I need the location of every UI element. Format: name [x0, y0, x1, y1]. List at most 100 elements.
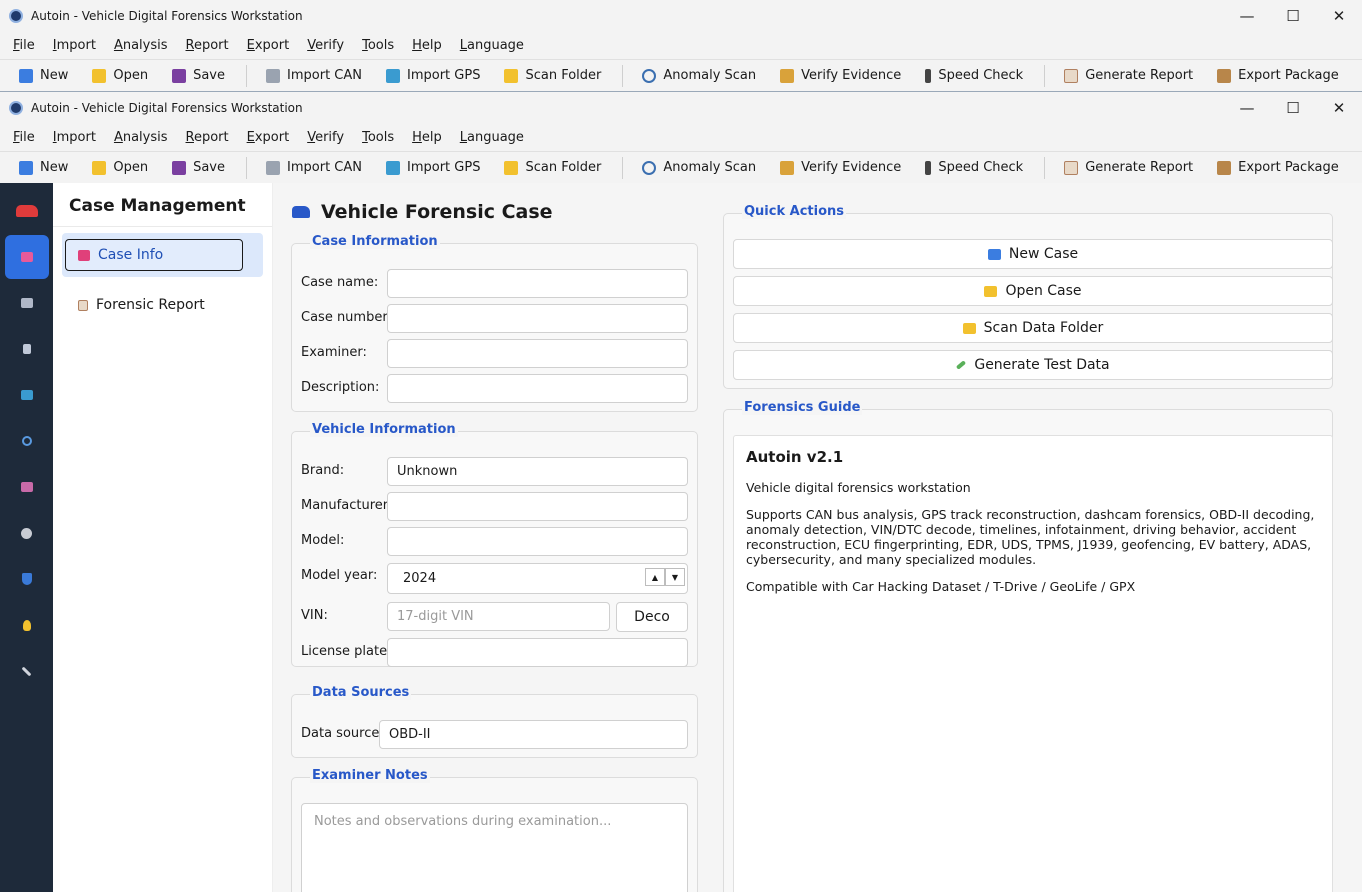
toolbar-open-button[interactable]: Open: [81, 155, 159, 181]
background-window: Autoin - Vehicle Digital Forensics Works…: [0, 0, 1362, 92]
toolbar-import-gps-button[interactable]: Import GPS: [375, 63, 491, 89]
toolbar-label: Import CAN: [287, 160, 362, 175]
maximize-button[interactable]: ☐: [1270, 92, 1316, 123]
rail-item-tools[interactable]: [5, 649, 49, 693]
nav-item-forensic-report[interactable]: Forensic Report: [62, 283, 263, 327]
manufacturer-input[interactable]: [387, 492, 688, 521]
minimize-button[interactable]: —: [1224, 92, 1270, 123]
menu-tools[interactable]: Tools: [353, 130, 403, 145]
nav-item-case-info[interactable]: Case Info: [62, 233, 263, 277]
toolbar-separator: [1044, 64, 1046, 87]
close-button[interactable]: ✕: [1316, 92, 1362, 123]
license-plate-row: License plate:: [301, 644, 391, 659]
model-year-row: Model year:: [301, 568, 377, 583]
menu-analysis[interactable]: Analysis: [105, 38, 177, 53]
toolbar-new-button[interactable]: New: [8, 63, 79, 89]
generate-test-data-button[interactable]: Generate Test Data: [733, 350, 1333, 380]
menu-report[interactable]: Report: [177, 130, 238, 145]
menu-file[interactable]: File: [4, 38, 44, 53]
menu-import[interactable]: Import: [44, 38, 105, 53]
toolbar-separator: [622, 64, 624, 87]
menu-language[interactable]: Language: [451, 38, 533, 53]
toolbar-speed-check-button[interactable]: Speed Check: [914, 63, 1034, 89]
close-button[interactable]: ✕: [1316, 0, 1362, 31]
toolbar-scan-folder-button[interactable]: Scan Folder: [493, 63, 612, 89]
scan-data-folder-button[interactable]: Scan Data Folder: [733, 313, 1333, 343]
menu-help[interactable]: Help: [403, 130, 451, 145]
menu-language[interactable]: Language: [451, 130, 533, 145]
model-input[interactable]: [387, 527, 688, 556]
package-icon: [1217, 160, 1232, 175]
toolbar-export-package-button[interactable]: Export Package: [1206, 63, 1350, 89]
menu-analysis[interactable]: Analysis: [105, 130, 177, 145]
menu-report[interactable]: Report: [177, 38, 238, 53]
floppy-icon: [172, 68, 187, 83]
toolbar-verify-evidence-button[interactable]: Verify Evidence: [769, 155, 912, 181]
nav-item-label: Forensic Report: [96, 297, 205, 313]
license-plate-input[interactable]: [387, 638, 688, 667]
guide-paragraph: Vehicle digital forensics workstation: [746, 480, 971, 495]
menu-import[interactable]: Import: [44, 130, 105, 145]
folder-icon: [504, 160, 519, 175]
rail-item-obd[interactable]: [5, 281, 49, 325]
group-title: Case Information: [310, 234, 440, 249]
minimize-button[interactable]: —: [1224, 0, 1270, 31]
toolbar-open-button[interactable]: Open: [81, 63, 159, 89]
toolbar-generate-report-button[interactable]: Generate Report: [1053, 63, 1204, 89]
toolbar-new-button[interactable]: New: [8, 155, 79, 181]
menu-verify[interactable]: Verify: [298, 130, 353, 145]
main-titlebar[interactable]: Autoin - Vehicle Digital Forensics Works…: [0, 92, 1362, 123]
toolbar-speed-check-button[interactable]: Speed Check: [914, 155, 1034, 181]
map-icon: [386, 68, 400, 83]
data-source-select[interactable]: OBD-II: [379, 720, 688, 749]
background-titlebar[interactable]: Autoin - Vehicle Digital Forensics Works…: [0, 0, 1362, 31]
folder-icon: [92, 68, 107, 83]
toolbar-import-can-button[interactable]: Import CAN: [255, 63, 373, 89]
toolbar-scan-folder-button[interactable]: Scan Folder: [493, 155, 612, 181]
toolbar-import-can-button[interactable]: Import CAN: [255, 155, 373, 181]
description-input[interactable]: [387, 374, 688, 403]
toolbar-import-gps-button[interactable]: Import GPS: [375, 155, 491, 181]
toolbar-save-button[interactable]: Save: [161, 63, 236, 89]
rail-item-case[interactable]: [4, 235, 49, 279]
lock-icon: [780, 68, 795, 83]
folder-icon: [504, 68, 519, 83]
menu-tools[interactable]: Tools: [353, 38, 403, 53]
rail-item-security[interactable]: [5, 557, 49, 601]
spin-down-icon[interactable]: ▼: [665, 568, 685, 586]
new-case-button[interactable]: New Case: [733, 239, 1333, 269]
examiner-notes-textarea[interactable]: Notes and observations during examinatio…: [301, 803, 688, 892]
app-logo-icon: [9, 100, 23, 115]
case-number-input[interactable]: [387, 304, 688, 333]
rail-item-vehicle[interactable]: [5, 465, 49, 509]
toolbar-generate-report-button[interactable]: Generate Report: [1053, 155, 1204, 181]
toolbar-anomaly-scan-button[interactable]: Anomaly Scan: [631, 155, 767, 181]
menu-export[interactable]: Export: [238, 38, 299, 53]
menu-file[interactable]: File: [4, 130, 44, 145]
menu-help[interactable]: Help: [403, 38, 451, 53]
group-title: Quick Actions: [742, 204, 847, 219]
toolbar-anomaly-scan-button[interactable]: Anomaly Scan: [631, 63, 767, 89]
open-case-button[interactable]: Open Case: [733, 276, 1333, 306]
menu-export[interactable]: Export: [238, 130, 299, 145]
toolbar-export-package-button[interactable]: Export Package: [1206, 155, 1350, 181]
rail-item-ideas[interactable]: [5, 603, 49, 647]
examiner-input[interactable]: [387, 339, 688, 368]
menu-verify[interactable]: Verify: [298, 38, 353, 53]
rail-item-can[interactable]: [5, 327, 49, 371]
traffic-light-icon: [925, 68, 932, 83]
maximize-button[interactable]: ☐: [1270, 0, 1316, 31]
spin-up-icon[interactable]: ▲: [645, 568, 665, 586]
case-form-area: Vehicle Forensic Case Case Information C…: [273, 183, 1362, 892]
toolbar-save-button[interactable]: Save: [161, 155, 236, 181]
rail-item-search[interactable]: [5, 419, 49, 463]
menu-bar: File Import Analysis Report Export Verif…: [0, 31, 1362, 59]
vin-decode-button[interactable]: Deco: [616, 602, 688, 632]
toolbar-verify-evidence-button[interactable]: Verify Evidence: [769, 63, 912, 89]
brand-select[interactable]: Unknown: [387, 457, 688, 486]
model-year-spinbox[interactable]: 2024 ▲ ▼: [387, 563, 688, 594]
rail-item-gps[interactable]: [5, 373, 49, 417]
vin-input[interactable]: 17-digit VIN: [387, 602, 610, 631]
case-name-input[interactable]: [387, 269, 688, 298]
rail-item-settings[interactable]: [5, 511, 49, 555]
